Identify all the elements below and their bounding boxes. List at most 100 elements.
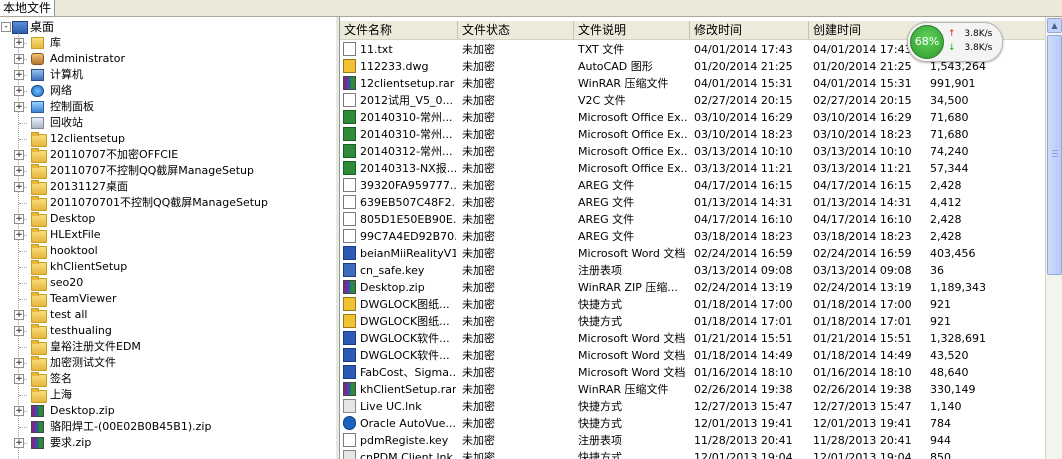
file-row[interactable]: DWGLOCK软件... 未加密 Microsoft Word 文档 01/21/20… <box>340 330 1046 347</box>
file-row[interactable]: 20140310-常州... 未加密 Microsoft Office Ex... 0… <box>340 126 1046 143</box>
expand-icon[interactable]: + <box>14 182 24 192</box>
tree-item[interactable]: + testhualing <box>0 323 336 339</box>
collapse-icon[interactable]: - <box>1 22 11 32</box>
tree-item[interactable]: TeamViewer <box>0 291 336 307</box>
tree-item[interactable]: seo20 <box>0 275 336 291</box>
network-monitor-widget[interactable]: 68% ↑ 3.8K/s ↓ 3.8K/s <box>907 22 1003 62</box>
column-header-modified[interactable]: 修改时间 <box>690 21 809 39</box>
file-row[interactable]: DWGLOCK图纸... 未加密 快捷方式 01/18/2014 17:00 01/18… <box>340 296 1046 313</box>
expand-icon[interactable]: + <box>14 70 24 80</box>
expand-icon[interactable]: + <box>14 406 24 416</box>
tree-item[interactable]: + 网络 <box>0 83 336 99</box>
file-row[interactable]: Oracle AutoVue... 未加密 快捷方式 12/01/2013 19:41… <box>340 415 1046 432</box>
expand-icon[interactable]: + <box>14 326 24 336</box>
file-desc: AREG 文件 <box>578 179 635 192</box>
file-row[interactable]: khClientSetup.rar 未加密 WinRAR 压缩文件 02/26/201… <box>340 381 1046 398</box>
expand-icon[interactable]: + <box>14 374 24 384</box>
column-header-description[interactable]: 文件说明 <box>574 21 690 39</box>
column-header-status[interactable]: 文件状态 <box>458 21 574 39</box>
file-created: 12/01/2013 19:04 <box>813 451 912 459</box>
tree-item[interactable]: + 签名 <box>0 371 336 387</box>
tree-item[interactable]: 2011070701不控制QQ截屏ManageSetup <box>0 195 336 211</box>
desktop-icon <box>12 21 28 34</box>
file-row[interactable]: cnPDM Client.lnk 未加密 快捷方式 12/01/2013 19:04 1… <box>340 449 1046 459</box>
expand-icon[interactable]: + <box>14 166 24 176</box>
tree-item[interactable]: khClientSetup <box>0 259 336 275</box>
tree-item[interactable]: 上海 <box>0 387 336 403</box>
expand-icon[interactable]: + <box>14 38 24 48</box>
tree-item[interactable]: hooktool <box>0 243 336 259</box>
file-name: 39320FA959777... <box>360 179 456 192</box>
tree-item[interactable]: +20110707不加密OFFCIE <box>0 147 336 163</box>
file-row[interactable]: 639EB507C48F2... 未加密 AREG 文件 01/13/2014 14:… <box>340 194 1046 211</box>
folder-tree: - 桌面 + 库 + Administrator + 计算机 + 网络 + 控制面板 回收站 12clie… <box>0 17 336 459</box>
tree-item[interactable]: + test all <box>0 307 336 323</box>
file-desc: 快捷方式 <box>578 400 622 413</box>
tree-root-desktop[interactable]: - 桌面 <box>0 19 336 35</box>
file-row[interactable]: 20140312-常州... 未加密 Microsoft Office Ex... 0… <box>340 143 1046 160</box>
file-row[interactable]: Live UC.lnk 未加密 快捷方式 12/27/2013 15:47 12/27/… <box>340 398 1046 415</box>
tree-item[interactable]: + Desktop <box>0 211 336 227</box>
vertical-scrollbar[interactable]: ▲ <box>1045 17 1062 459</box>
expand-icon[interactable]: + <box>14 54 24 64</box>
file-row[interactable]: 99C7A4ED92B70... 未加密 AREG 文件 03/18/2014 18:… <box>340 228 1046 245</box>
file-name: DWGLOCK图纸... <box>360 315 450 328</box>
tree-item-label: 皇裕注册文件EDM <box>50 340 141 353</box>
file-status: 未加密 <box>462 383 495 396</box>
tree-item[interactable]: 12clientsetup <box>0 131 336 147</box>
tree-item[interactable]: + 控制面板 <box>0 99 336 115</box>
file-row[interactable]: DWGLOCK软件... 未加密 Microsoft Word 文档 01/18/20… <box>340 347 1046 364</box>
file-row[interactable]: 20140313-NX报... 未加密 Microsoft Office Ex...… <box>340 160 1046 177</box>
tree-item[interactable]: + 库 <box>0 35 336 51</box>
file-desc: TXT 文件 <box>578 43 625 56</box>
file-modified: 02/24/2014 13:19 <box>694 281 793 294</box>
tab-local-files[interactable]: 本地文件 <box>0 0 56 16</box>
file-desc: 注册表项 <box>578 434 622 447</box>
file-row[interactable]: 20140310-常州... 未加密 Microsoft Office Ex... 0… <box>340 109 1046 126</box>
tree-item[interactable]: + HLExtFile <box>0 227 336 243</box>
file-row[interactable]: beianMiiRealityV1... 未加密 Microsoft Word 文档… <box>340 245 1046 262</box>
upload-speed: ↑ 3.8K/s <box>948 28 992 40</box>
tree-item[interactable]: + Administrator <box>0 51 336 67</box>
file-row[interactable]: 39320FA959777... 未加密 AREG 文件 04/17/2014 16:… <box>340 177 1046 194</box>
file-modified: 04/01/2014 15:31 <box>694 77 793 90</box>
file-desc: Microsoft Word 文档 <box>578 349 686 362</box>
expand-icon[interactable]: + <box>14 86 24 96</box>
file-row[interactable]: pdmRegiste.key 未加密 注册表项 11/28/2013 20:41 11/… <box>340 432 1046 449</box>
file-desc: Microsoft Word 文档 <box>578 366 686 379</box>
file-row[interactable]: 805D1E50EB90E... 未加密 AREG 文件 04/17/2014 16:… <box>340 211 1046 228</box>
file-desc: 注册表项 <box>578 264 622 277</box>
tree-item[interactable]: 骆阳焊工-(00E02B0B45B1).zip <box>0 419 336 435</box>
file-row[interactable]: 12clientsetup.rar 未加密 WinRAR 压缩文件 04/01/201… <box>340 75 1046 92</box>
expand-icon[interactable]: + <box>14 150 24 160</box>
file-name: DWGLOCK软件... <box>360 349 450 362</box>
file-row[interactable]: DWGLOCK图纸... 未加密 快捷方式 01/18/2014 17:01 01/18… <box>340 313 1046 330</box>
tree-item[interactable]: 回收站 <box>0 115 336 131</box>
download-speed-value: 3.8K/s <box>964 43 993 53</box>
column-header-name[interactable]: 文件名称 <box>340 21 458 39</box>
file-row[interactable]: 2012试用_V5_0... 未加密 V2C 文件 02/27/2014 20:15 0… <box>340 92 1046 109</box>
tree-item-label: khClientSetup <box>50 260 128 273</box>
expand-icon[interactable]: + <box>14 230 24 240</box>
expand-icon[interactable]: + <box>14 358 24 368</box>
file-row[interactable]: cn_safe.key 未加密 注册表项 03/13/2014 09:08 03/13/… <box>340 262 1046 279</box>
tree-item[interactable]: + Desktop.zip <box>0 403 336 419</box>
expand-icon[interactable]: + <box>14 102 24 112</box>
expand-icon[interactable]: + <box>14 214 24 224</box>
scroll-up-button[interactable]: ▲ <box>1047 18 1062 33</box>
tree-item[interactable]: 皇裕注册文件EDM <box>0 339 336 355</box>
file-modified: 02/26/2014 19:38 <box>694 383 793 396</box>
expand-icon[interactable]: + <box>14 438 24 448</box>
tree-item[interactable]: + 计算机 <box>0 67 336 83</box>
file-size: 4,412 <box>930 196 962 209</box>
rar-archive-icon <box>343 382 356 396</box>
file-row[interactable]: Desktop.zip 未加密 WinRAR ZIP 压缩... 02/24/2014… <box>340 279 1046 296</box>
expand-icon[interactable]: + <box>14 310 24 320</box>
file-modified: 03/13/2014 09:08 <box>694 264 793 277</box>
tree-item[interactable]: +20131127桌面 <box>0 179 336 195</box>
tree-item[interactable]: +20110707不控制QQ截屏ManageSetup <box>0 163 336 179</box>
tree-item[interactable]: + 加密测试文件 <box>0 355 336 371</box>
file-row[interactable]: FabCost、Sigma... 未加密 Microsoft Word 文档 01/1… <box>340 364 1046 381</box>
tree-item[interactable]: + 要求.zip <box>0 435 336 451</box>
scroll-thumb[interactable] <box>1047 35 1062 275</box>
